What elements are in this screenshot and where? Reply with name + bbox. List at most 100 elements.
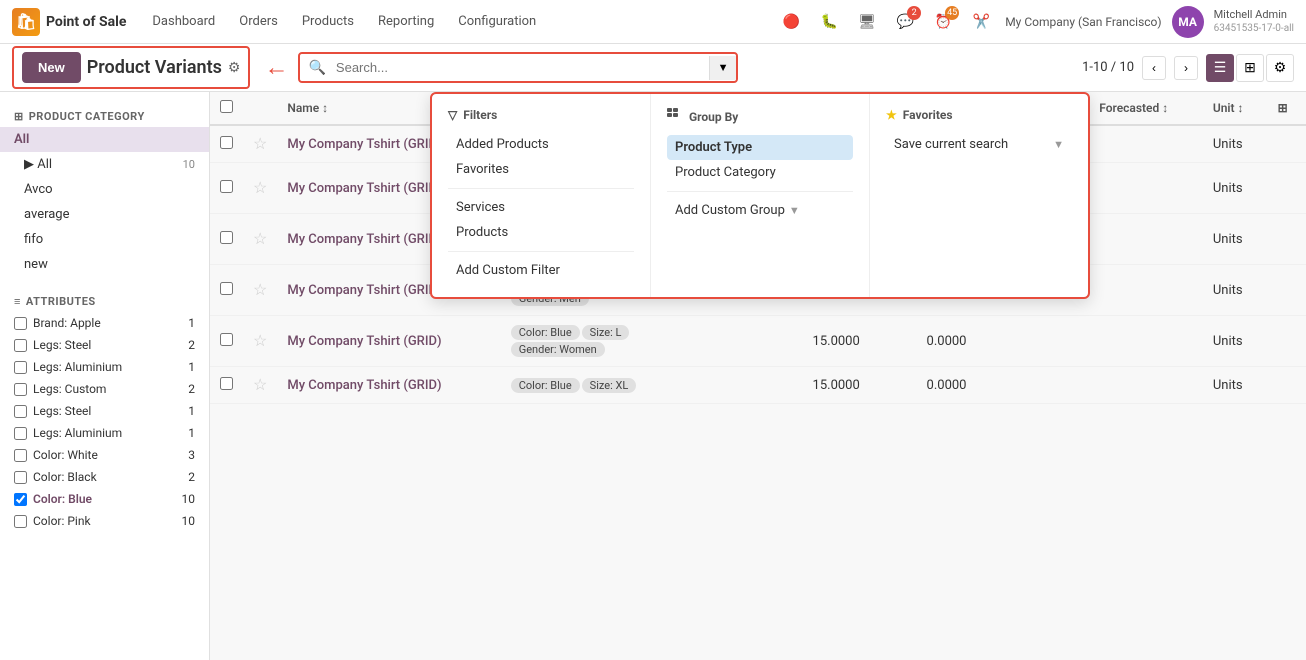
sidebar-item-all-count[interactable]: ▶ All 10 — [0, 152, 209, 177]
row-action — [1268, 125, 1306, 163]
kanban-view-button[interactable]: ⊞ — [1236, 54, 1264, 82]
app-logo[interactable]: 🛍 Point of Sale — [12, 8, 126, 36]
row-unit: Units — [1203, 125, 1268, 163]
attr-color-pink[interactable]: Color: Pink 10 — [0, 510, 209, 532]
select-all-checkbox[interactable] — [220, 100, 233, 113]
toolbar: New Product Variants ⚙ ← 🔍 ▼ 1-10 / 10 ‹… — [0, 44, 1306, 92]
attr-color-blue[interactable]: Color: Blue 10 — [0, 488, 209, 510]
filters-title: ▽ Filters — [448, 108, 634, 122]
logo-icon: 🛍 — [12, 8, 40, 36]
favorites-expand-arrow: ▼ — [1053, 138, 1064, 151]
row-star[interactable]: ☆ — [243, 214, 277, 265]
sidebar-item-new[interactable]: new — [0, 252, 209, 277]
filter-favorites[interactable]: Favorites — [448, 157, 634, 182]
groupby-product-type[interactable]: Product Type — [667, 135, 853, 160]
row-onhand — [993, 316, 1089, 367]
separator-2 — [448, 251, 634, 252]
list-view-button[interactable]: ☰ — [1206, 54, 1234, 82]
sidebar-item-fifo[interactable]: fifo — [0, 227, 209, 252]
row-forecasted — [1089, 316, 1203, 367]
tools-icon[interactable]: ✂️ — [967, 8, 995, 36]
user-avatar[interactable]: MA — [1172, 6, 1204, 38]
row-forecasted — [1089, 265, 1203, 316]
nav-orders[interactable]: Orders — [229, 8, 288, 35]
row-forecasted — [1089, 214, 1203, 265]
attr-legs-aluminium-1[interactable]: Legs: Aluminium 1 — [0, 356, 209, 378]
favorites-save-search[interactable]: Save current search ▼ — [886, 132, 1072, 157]
attr-legs-aluminium-2[interactable]: Legs: Aluminium 1 — [0, 422, 209, 444]
groupby-product-category[interactable]: Product Category — [667, 160, 853, 185]
next-page-button[interactable]: › — [1174, 56, 1198, 80]
filter-products[interactable]: Products — [448, 220, 634, 245]
row-star[interactable]: ☆ — [243, 265, 277, 316]
filters-section: ▽ Filters Added Products Favorites Servi… — [432, 94, 651, 297]
row-action — [1268, 163, 1306, 214]
prev-page-button[interactable]: ‹ — [1142, 56, 1166, 80]
settings-view-button[interactable]: ⚙ — [1266, 54, 1294, 82]
clock-badge: 45 — [945, 6, 959, 20]
col-forecasted[interactable]: Forecasted ↕ — [1089, 92, 1203, 125]
row-star[interactable]: ☆ — [243, 125, 277, 163]
settings-gear-icon[interactable]: ⚙ — [228, 60, 241, 76]
nav-dashboard[interactable]: Dashboard — [142, 8, 225, 35]
monitor-icon[interactable]: 🖥 — [853, 8, 881, 36]
favorites-section: ★ Favorites Save current search ▼ — [870, 94, 1088, 297]
row-action — [1268, 316, 1306, 367]
nav-products[interactable]: Products — [292, 8, 364, 35]
col-unit[interactable]: Unit ↕ — [1203, 92, 1268, 125]
nav-menu: Dashboard Orders Products Reporting Conf… — [142, 8, 761, 35]
row-checkbox[interactable] — [210, 316, 243, 367]
attr-legs-custom[interactable]: Legs: Custom 2 — [0, 378, 209, 400]
row-checkbox[interactable] — [210, 265, 243, 316]
attr-color-white[interactable]: Color: White 3 — [0, 444, 209, 466]
main-content: ⊞ PRODUCT CATEGORY All ▶ All 10 Avco ave… — [0, 92, 1306, 660]
nav-configuration[interactable]: Configuration — [448, 8, 546, 35]
favorites-title: ★ Favorites — [886, 108, 1072, 122]
attr-color-black[interactable]: Color: Black 2 — [0, 466, 209, 488]
filter-icon: ▽ — [448, 108, 457, 122]
company-name: My Company (San Francisco) — [1005, 15, 1161, 29]
row-star[interactable]: ☆ — [243, 163, 277, 214]
row-checkbox[interactable] — [210, 125, 243, 163]
row-unit: Units — [1203, 367, 1268, 404]
user-name: Mitchell Admin — [1214, 8, 1294, 22]
sidebar-item-all-active[interactable]: All — [0, 127, 209, 152]
search-dropdown-button[interactable]: ▼ — [709, 56, 737, 80]
row-name[interactable]: My Company Tshirt (GRID) — [277, 367, 499, 404]
filter-add-custom[interactable]: Add Custom Filter — [448, 258, 634, 283]
groupby-section: Group By Product Type Product Category A… — [651, 94, 870, 297]
new-button[interactable]: New — [22, 52, 81, 83]
row-checkbox[interactable] — [210, 163, 243, 214]
attr-legs-steel-1[interactable]: Legs: Steel 2 — [0, 334, 209, 356]
clock-icon[interactable]: ⏰ 45 — [929, 8, 957, 36]
chat-icon[interactable]: 💬 2 — [891, 8, 919, 36]
category-section-title: ⊞ PRODUCT CATEGORY — [0, 102, 209, 127]
page-title: Product Variants — [87, 57, 222, 78]
row-star[interactable]: ☆ — [243, 367, 277, 404]
row-checkbox[interactable] — [210, 214, 243, 265]
filter-added-products[interactable]: Added Products — [448, 132, 634, 157]
attr-legs-steel-2[interactable]: Legs: Steel 1 — [0, 400, 209, 422]
bug-icon[interactable]: 🐛 — [815, 8, 843, 36]
nav-reporting[interactable]: Reporting — [368, 8, 444, 35]
row-forecasted — [1089, 367, 1203, 404]
row-star[interactable]: ☆ — [243, 316, 277, 367]
sidebar-item-average[interactable]: average — [0, 202, 209, 227]
top-navigation: 🛍 Point of Sale Dashboard Orders Product… — [0, 0, 1306, 44]
col-settings[interactable]: ⊞ — [1268, 92, 1306, 125]
row-action — [1268, 367, 1306, 404]
row-checkbox[interactable] — [210, 367, 243, 404]
filter-services[interactable]: Services — [448, 195, 634, 220]
search-input[interactable] — [326, 54, 709, 81]
groupby-add-custom[interactable]: Add Custom Group ▼ — [667, 198, 853, 223]
status-red-icon[interactable]: 🔴 — [777, 8, 805, 36]
col-star — [243, 92, 277, 125]
groupby-title: Group By — [667, 108, 853, 125]
nav-right-area: 🔴 🐛 🖥 💬 2 ⏰ 45 ✂️ My Company (San Franci… — [777, 6, 1294, 38]
row-action — [1268, 214, 1306, 265]
attr-brand-apple[interactable]: Brand: Apple 1 — [0, 312, 209, 334]
list-icon: ≡ — [14, 295, 21, 308]
row-name[interactable]: My Company Tshirt (GRID) — [277, 316, 499, 367]
sidebar-item-avco[interactable]: Avco — [0, 177, 209, 202]
row-cost: 0.0000 — [917, 367, 994, 404]
